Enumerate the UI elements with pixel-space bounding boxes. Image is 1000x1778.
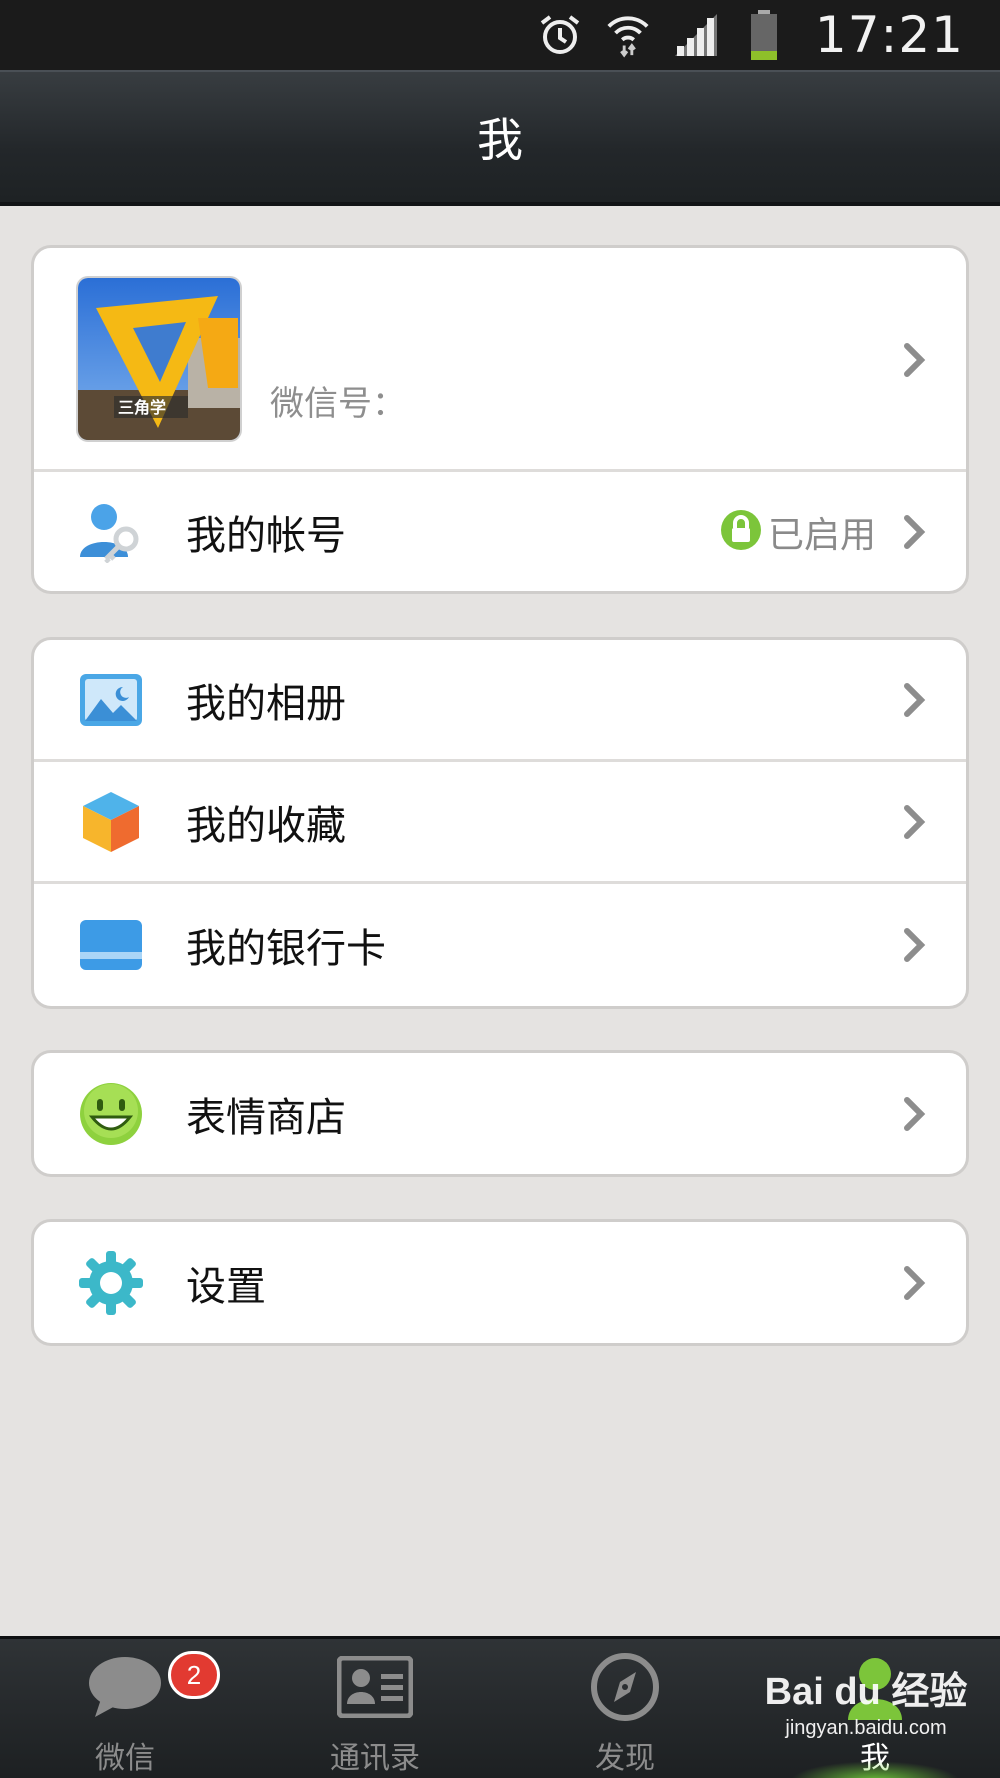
alarm-icon xyxy=(537,12,583,58)
avatar: 三角学 xyxy=(78,278,240,440)
my-items-card: 我的相册 我的收藏 我的银行卡 xyxy=(31,637,969,1009)
svg-text:三角学: 三角学 xyxy=(118,398,166,417)
my-favorites-row[interactable]: 我的收藏 xyxy=(34,762,966,884)
profile-card: 三角学 微信号： 我的帐号 已启用 xyxy=(31,245,969,594)
settings-label: 设置 xyxy=(186,1263,266,1310)
baidu-jingyan-watermark: Bai du 经验 jingyan.baidu.com xyxy=(764,1660,968,1760)
chevron-right-icon xyxy=(900,512,930,552)
status-bar: 17:21 xyxy=(0,0,1000,70)
tab-contacts-label: 通讯录 xyxy=(330,1741,420,1776)
signal-icon xyxy=(673,12,719,58)
wifi-icon xyxy=(605,12,651,58)
gear-icon xyxy=(78,1250,144,1316)
tab-contacts[interactable]: 通讯录 xyxy=(250,1639,500,1778)
chevron-right-icon xyxy=(900,680,930,720)
settings-row[interactable]: 设置 xyxy=(34,1222,966,1343)
account-key-icon xyxy=(78,499,144,565)
unread-badge: 2 xyxy=(168,1651,220,1699)
bank-card-icon xyxy=(78,912,144,978)
page-title: 我 xyxy=(477,113,523,167)
chat-bubble-icon xyxy=(85,1647,165,1727)
my-bank-card-row[interactable]: 我的银行卡 xyxy=(34,884,966,1006)
chevron-right-icon xyxy=(900,925,930,965)
compass-icon xyxy=(585,1647,665,1727)
sticker-store-row[interactable]: 表情商店 xyxy=(34,1053,966,1174)
lock-icon xyxy=(720,509,762,555)
smiley-icon xyxy=(78,1081,144,1147)
tab-discover[interactable]: 发现 xyxy=(500,1639,750,1778)
chevron-right-icon xyxy=(900,802,930,842)
tab-wechat-label: 微信 xyxy=(95,1741,155,1776)
my-album-row[interactable]: 我的相册 xyxy=(34,640,966,762)
tab-wechat[interactable]: 微信 2 xyxy=(0,1639,250,1778)
battery-icon xyxy=(741,10,787,60)
favorites-icon xyxy=(78,789,144,855)
my-album-label: 我的相册 xyxy=(186,680,346,727)
account-status: 已启用 xyxy=(720,506,876,558)
my-account-label: 我的帐号 xyxy=(186,512,346,559)
account-status-text: 已启用 xyxy=(767,514,876,556)
my-favorites-label: 我的收藏 xyxy=(186,802,346,849)
my-bank-card-label: 我的银行卡 xyxy=(186,926,386,972)
watermark-url: jingyan.baidu.com xyxy=(785,1717,947,1739)
tab-discover-label: 发现 xyxy=(595,1741,655,1776)
sticker-store-label: 表情商店 xyxy=(186,1094,346,1141)
album-icon xyxy=(78,667,144,733)
chevron-right-icon xyxy=(900,1094,930,1134)
sticker-store-card: 表情商店 xyxy=(31,1050,969,1177)
settings-card: 设置 xyxy=(31,1219,969,1346)
my-account-row[interactable]: 我的帐号 已启用 xyxy=(34,472,966,591)
wechat-id-label: 微信号： xyxy=(270,384,406,424)
status-time: 17:21 xyxy=(814,6,964,64)
watermark-logo: Bai du 经验 xyxy=(764,1671,968,1713)
title-bar: 我 xyxy=(0,70,1000,206)
chevron-right-icon xyxy=(900,340,930,380)
chevron-right-icon xyxy=(900,1263,930,1303)
profile-row[interactable]: 三角学 微信号： xyxy=(34,248,966,472)
contacts-card-icon xyxy=(335,1647,415,1727)
